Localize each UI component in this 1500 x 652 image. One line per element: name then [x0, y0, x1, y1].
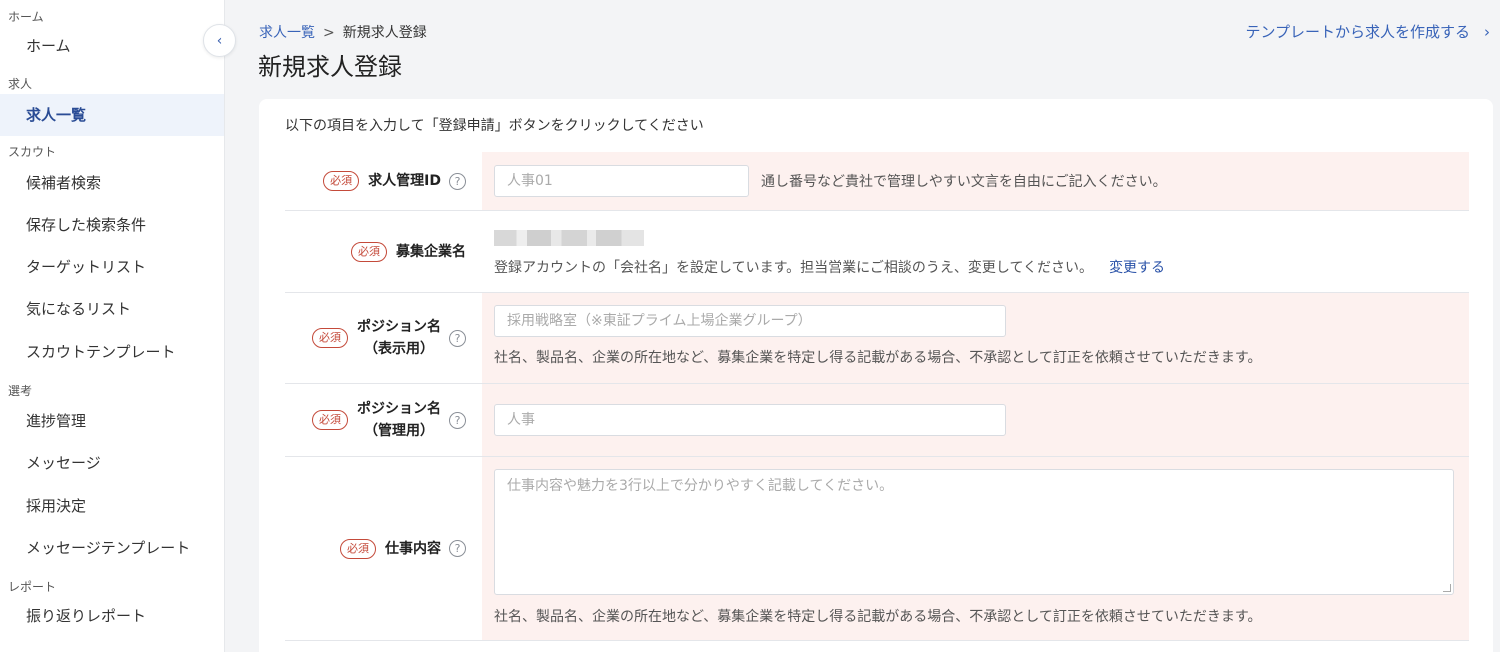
position-manage-input[interactable]: 人事 — [494, 404, 1006, 436]
sidebar-item-progress[interactable]: 進捗管理 — [0, 400, 224, 442]
sidebar-item-target-list[interactable]: ターゲットリスト — [0, 246, 224, 288]
label-cell: 必須 ポジション名 （管理用） ? — [285, 384, 480, 456]
sidebar-group-scout: スカウト — [8, 145, 57, 159]
sidebar-item-messages[interactable]: メッセージ — [0, 442, 224, 484]
sidebar-item-review-report[interactable]: 振り返りレポート — [0, 595, 224, 637]
label-cell: 必須 募集企業名 — [285, 211, 480, 292]
create-from-template-label: テンプレートから求人を作成する — [1245, 23, 1470, 41]
field-cell: 仕事内容や魅力を3行以上で分かりやすく記載してください。 社名、製品名、企業の所… — [482, 457, 1469, 640]
help-icon[interactable]: ? — [449, 540, 466, 557]
field-cell: 採用戦略室（※東証プライム上場企業グループ） 社名、製品名、企業の所在地など、募… — [482, 293, 1469, 383]
help-icon[interactable]: ? — [449, 329, 466, 347]
job-form-card: 以下の項目を入力して「登録申請」ボタンをクリックしてください 必須 求人管理ID… — [259, 99, 1493, 652]
field-label-line1: ポジション名 — [357, 401, 441, 417]
page-title: 新規求人登録 — [258, 53, 402, 81]
form-row-job-description: 必須 仕事内容 ? 仕事内容や魅力を3行以上で分かりやすく記載してください。 社… — [285, 457, 1469, 641]
field-label-line2: （表示用） — [364, 341, 434, 357]
field-cell: 人事 — [482, 384, 1469, 456]
field-label: 仕事内容 — [385, 540, 441, 557]
required-badge: 必須 — [351, 241, 387, 262]
textarea-placeholder: 仕事内容や魅力を3行以上で分かりやすく記載してください。 — [507, 478, 894, 494]
required-badge: 必須 — [323, 171, 360, 191]
field-cell: 登録アカウントの「会社名」を設定しています。担当営業にご相談のうえ、変更してくだ… — [482, 211, 1469, 292]
label-cell: 必須 ポジション名 （表示用） ? — [285, 293, 480, 383]
field-hint: 社名、製品名、企業の所在地など、募集企業を特定し得る記載がある場合、不承認として… — [494, 350, 1262, 366]
company-name-redacted — [494, 230, 644, 246]
field-label: 求人管理ID — [368, 173, 441, 189]
field-label: ポジション名 （管理用） — [357, 398, 441, 442]
field-hint: 登録アカウントの「会社名」を設定しています。担当営業にご相談のうえ、変更してくだ… — [494, 257, 1165, 277]
sidebar-item-home[interactable]: ホーム — [0, 25, 224, 67]
label-cell: 必須 求人管理ID ? — [285, 152, 480, 210]
help-icon[interactable]: ? — [449, 411, 466, 429]
sidebar-item-saved-search[interactable]: 保存した検索条件 — [0, 204, 224, 246]
field-label: ポジション名 （表示用） — [357, 316, 441, 360]
field-hint: 社名、製品名、企業の所在地など、募集企業を特定し得る記載がある場合、不承認として… — [494, 609, 1262, 625]
form-row-company: 必須 募集企業名 登録アカウントの「会社名」を設定しています。担当営業にご相談の… — [285, 211, 1469, 293]
breadcrumb: 求人一覧 > 新規求人登録 — [259, 22, 427, 42]
required-badge: 必須 — [340, 538, 376, 559]
help-icon[interactable]: ? — [449, 172, 466, 190]
sidebar-group-jobs: 求人 — [8, 77, 33, 91]
required-badge: 必須 — [312, 328, 348, 348]
resize-handle-icon[interactable] — [1443, 584, 1451, 592]
sidebar-item-hired[interactable]: 採用決定 — [0, 485, 224, 527]
form-row-position-display: 必須 ポジション名 （表示用） ? 採用戦略室（※東証プライム上場企業グループ） … — [285, 293, 1469, 384]
change-company-link[interactable]: 変更する — [1109, 260, 1165, 276]
breadcrumb-current: 新規求人登録 — [342, 25, 427, 41]
sidebar-group-selection: 選考 — [8, 384, 33, 398]
sidebar-item-watch-list[interactable]: 気になるリスト — [0, 288, 224, 330]
chevron-left-icon: ‹ — [216, 32, 223, 49]
field-label-line1: ポジション名 — [357, 319, 441, 335]
breadcrumb-job-list-link[interactable]: 求人一覧 — [259, 25, 315, 41]
sidebar-item-job-list[interactable]: 求人一覧 — [0, 94, 224, 136]
form-intro: 以下の項目を入力して「登録申請」ボタンをクリックしてください — [285, 118, 704, 134]
sidebar-item-scout-template[interactable]: スカウトテンプレート — [0, 331, 224, 373]
sidebar-item-message-template[interactable]: メッセージテンプレート — [0, 527, 224, 569]
form-row-job-id: 必須 求人管理ID ? 人事01 通し番号など貴社で管理しやすい文言を自由にご記… — [285, 152, 1469, 211]
sidebar-group-report: レポート — [8, 580, 57, 594]
job-description-textarea[interactable]: 仕事内容や魅力を3行以上で分かりやすく記載してください。 — [494, 469, 1454, 595]
sidebar-item-candidate-search[interactable]: 候補者検索 — [0, 162, 224, 204]
job-id-input[interactable]: 人事01 — [494, 165, 749, 197]
sidebar: ホーム ホーム 求人 求人一覧 スカウト 候補者検索 保存した検索条件 ターゲッ… — [0, 0, 225, 652]
field-cell: 人事01 通し番号など貴社で管理しやすい文言を自由にご記入ください。 — [482, 152, 1469, 210]
sidebar-group-home: ホーム — [8, 10, 44, 24]
field-label: 募集企業名 — [396, 243, 466, 260]
sidebar-collapse-button[interactable]: ‹ — [203, 24, 236, 57]
field-hint: 通し番号など貴社で管理しやすい文言を自由にご記入ください。 — [761, 174, 1167, 190]
form-row-position-manage: 必須 ポジション名 （管理用） ? 人事 — [285, 384, 1469, 457]
required-badge: 必須 — [312, 410, 348, 430]
position-display-input[interactable]: 採用戦略室（※東証プライム上場企業グループ） — [494, 305, 1006, 337]
create-from-template-link[interactable]: テンプレートから求人を作成する › — [1245, 21, 1490, 42]
chevron-right-icon: › — [1484, 23, 1490, 41]
label-cell: 必須 仕事内容 ? — [285, 457, 480, 640]
field-label-line2: （管理用） — [364, 423, 434, 439]
company-hint-text: 登録アカウントの「会社名」を設定しています。担当営業にご相談のうえ、変更してくだ… — [494, 260, 1094, 276]
breadcrumb-separator: > — [323, 25, 335, 41]
